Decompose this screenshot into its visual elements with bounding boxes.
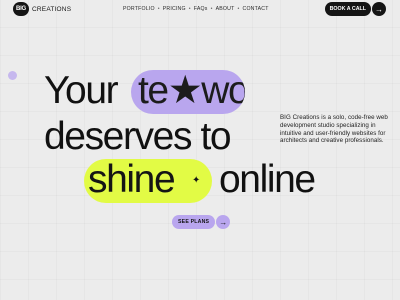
- nav-separator: •: [157, 6, 160, 12]
- headline-line-2: deserves to: [44, 115, 232, 158]
- nav-item-faqs[interactable]: FAQs: [194, 6, 208, 12]
- headline-line-3-suffix: online: [219, 158, 316, 201]
- headline-pill-text: te★wo: [138, 70, 245, 112]
- hero-description: BIG Creations is a solo, code-free web d…: [280, 114, 388, 145]
- decorative-dot: [8, 71, 17, 80]
- book-a-call-label[interactable]: BOOK A CALL: [324, 2, 371, 16]
- nav-item-pricing[interactable]: PRICING: [163, 6, 186, 12]
- nav-separator: •: [188, 6, 191, 12]
- nav-item-about[interactable]: ABOUT: [216, 6, 235, 12]
- arrow-right-icon[interactable]: →: [216, 215, 231, 229]
- nav-item-portfolio[interactable]: PORTFOLIO: [123, 6, 155, 12]
- see-plans-button[interactable]: SEE PLANS →: [172, 215, 231, 229]
- highlight-pill-purple: te★wo: [131, 70, 245, 114]
- logo-mark: BIG: [13, 2, 29, 16]
- arrow-right-icon[interactable]: →: [372, 2, 386, 16]
- headline-line-1: Your: [44, 69, 119, 112]
- see-plans-label[interactable]: SEE PLANS: [172, 215, 216, 229]
- main-nav: PORTFOLIO • PRICING • FAQs • ABOUT • CON…: [123, 6, 269, 12]
- nav-separator: •: [237, 6, 240, 12]
- page: BIG CREATIONS PORTFOLIO • PRICING • FAQs…: [0, 0, 400, 300]
- headline-pill-text-shine: shine: [88, 158, 176, 201]
- logo[interactable]: BIG CREATIONS: [13, 2, 71, 16]
- sparkle-icon: ✦: [192, 175, 201, 186]
- nav-separator: •: [210, 6, 213, 12]
- highlight-pill-green: shine ✦: [84, 159, 212, 203]
- logo-text: CREATIONS: [32, 5, 72, 13]
- book-a-call-button[interactable]: BOOK A CALL →: [324, 2, 386, 16]
- nav-item-contact[interactable]: CONTACT: [243, 6, 269, 12]
